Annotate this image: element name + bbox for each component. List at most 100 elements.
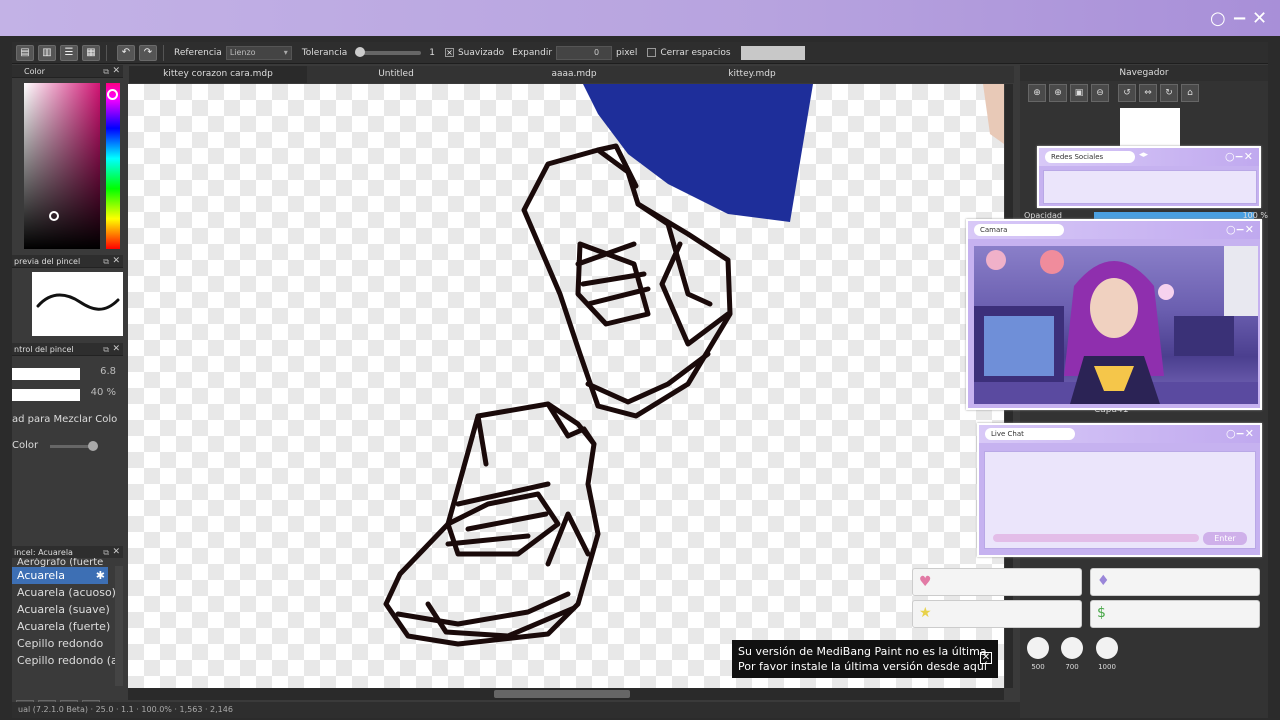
live-chat-widget: Live Chat ○−✕ Enter (977, 423, 1262, 557)
undo-icon[interactable]: ↶ (117, 44, 135, 61)
referencia-select[interactable]: Lienzo (225, 45, 292, 60)
slider-knob[interactable] (355, 46, 366, 57)
left-panels: Color ⧉ ✕ previa del pincel ⧉ ✕ ntrol de… (12, 65, 123, 718)
prev-next-icon[interactable]: ◂▸ (1139, 150, 1148, 160)
popout-icon[interactable]: ⧉ (103, 343, 109, 356)
brush-item-label: Acuarela (17, 569, 65, 582)
brush-item[interactable]: Acuarela (suave) (12, 601, 123, 618)
grid-icon[interactable]: ▦ (82, 44, 100, 61)
brush-item[interactable]: Cepillo redondo (a (12, 652, 123, 669)
brush-preview-title: previa del pincel (14, 257, 81, 266)
close-icon[interactable]: ✕ (112, 65, 120, 78)
brush-item[interactable]: Aerógrafo (fuerte (12, 558, 123, 567)
widget-controls-icon[interactable]: ○−✕ (1226, 223, 1254, 236)
suavizado-checkbox[interactable]: × (444, 48, 454, 57)
navigator-thumbnail[interactable] (1120, 108, 1180, 148)
sneaker-line-art (383, 84, 1004, 647)
divider (163, 44, 164, 61)
vtuber-avatar-illustration (974, 246, 1258, 404)
star-alert-bubble: ★ (912, 600, 1082, 628)
divider (106, 44, 107, 61)
color-panel-header: Color ⧉ ✕ (12, 65, 123, 78)
overlay-minimize-icon[interactable]: − (1232, 8, 1247, 29)
cerrar-espacios-label: Cerrar espacios (660, 47, 731, 58)
color-picker-square[interactable] (24, 83, 100, 249)
brush-item-selected[interactable]: Acuarela ✱ (12, 567, 108, 584)
tolerancia-value: 1 (429, 47, 435, 58)
fit-screen-icon[interactable]: ▣ (1070, 84, 1088, 102)
brush-control-header: ntrol del pincel ⧉ ✕ (12, 343, 123, 356)
panel-toggle-icon[interactable]: ▤ (16, 44, 34, 61)
reset-icon[interactable]: ⌂ (1181, 84, 1199, 102)
tolerancia-slider[interactable] (355, 46, 422, 57)
navigator-tools: ⊕ ⊕ ▣ ⊖ ↺ ⇔ ↻ ⌂ (1020, 81, 1268, 105)
drawing-canvas[interactable] (128, 84, 1004, 688)
tab-untitled[interactable]: Untitled (307, 66, 485, 83)
flip-icon[interactable]: ⇔ (1139, 84, 1157, 102)
color-swatch[interactable] (740, 45, 805, 60)
zoom-out-icon[interactable]: ⊖ (1091, 84, 1109, 102)
scroll-thumb[interactable] (494, 690, 630, 698)
list-icon[interactable]: ☰ (60, 44, 78, 61)
update-notice[interactable]: Su versión de MediBang Paint no es la úl… (732, 640, 998, 678)
brush-item[interactable]: Cepillo redondo (12, 635, 123, 652)
camera-scene (974, 246, 1258, 404)
brush-stroke-preview (36, 293, 120, 311)
overlay-close-icon[interactable]: ✕ (1252, 8, 1267, 29)
pixel-label: pixel (616, 47, 638, 58)
brush-size-bar[interactable] (12, 368, 80, 380)
canvas-horizontal-scrollbar[interactable] (128, 688, 1004, 700)
star-icon: ★ (919, 605, 932, 621)
overlay-circle-icon[interactable]: ○ (1210, 8, 1226, 29)
tab-aaaa[interactable]: aaaa.mdp (485, 66, 663, 83)
camera-widget: Camara ○−✕ (966, 219, 1262, 410)
slider-knob[interactable] (88, 441, 98, 451)
live-chat-title: Live Chat (985, 428, 1075, 440)
expandir-input[interactable]: 0 (556, 45, 613, 60)
popout-icon[interactable]: ⧉ (103, 255, 109, 268)
hue-cursor[interactable] (107, 89, 118, 100)
rotate-right-icon[interactable]: ↻ (1160, 84, 1178, 102)
live-chat-header: Live Chat ○−✕ (979, 425, 1260, 443)
widget-controls-icon[interactable]: ○−✕ (1225, 150, 1253, 163)
bits-1000-icon (1096, 637, 1118, 659)
popout-icon[interactable]: ⧉ (103, 65, 109, 78)
brush-item[interactable]: Acuarela (fuerte) (12, 618, 123, 635)
color-mix-slider[interactable] (50, 441, 98, 451)
page-icon[interactable]: ▥ (38, 44, 56, 61)
camera-widget-header: Camara ○−✕ (968, 221, 1260, 239)
brush-preview-header: previa del pincel ⧉ ✕ (12, 255, 123, 268)
document-tabs: kittey corazon cara.mdp Untitled aaaa.md… (129, 66, 1014, 83)
tab-kittey-corazon[interactable]: kittey corazon cara.mdp (129, 66, 307, 83)
social-widget-title: Redes Sociales (1045, 151, 1135, 163)
brush-item[interactable]: Acuarela (acuoso) (12, 584, 123, 601)
cerrar-espacios-checkbox[interactable] (647, 48, 657, 57)
social-widget-body (1043, 170, 1257, 204)
bits-500-label: 500 (1031, 663, 1045, 671)
navigator-title: Navegador (1119, 68, 1169, 78)
redo-icon[interactable]: ↷ (139, 44, 157, 61)
suavizado-label: Suavizado (457, 47, 505, 58)
chat-messages-area: Enter (984, 451, 1256, 549)
close-icon[interactable]: ✕ (112, 343, 120, 356)
rotate-left-icon[interactable]: ↺ (1118, 84, 1136, 102)
widget-controls-icon[interactable]: ○−✕ (1226, 427, 1254, 440)
heart-alert-bubble: ♥ (912, 568, 1082, 596)
gear-icon[interactable]: ✱ (96, 567, 105, 584)
chat-input[interactable] (993, 534, 1199, 542)
tab-kittey[interactable]: kittey.mdp (663, 66, 841, 83)
lower-shoe (383, 401, 601, 647)
color-cursor[interactable] (49, 211, 59, 221)
close-icon[interactable]: ✕ (112, 255, 120, 268)
brush-control-title: ntrol del pincel (14, 345, 74, 354)
hue-slider[interactable] (106, 83, 120, 249)
zoom-in-icon[interactable]: ⊕ (1049, 84, 1067, 102)
zoom-in-icon[interactable]: ⊕ (1028, 84, 1046, 102)
close-icon[interactable]: ✕ (980, 652, 992, 664)
social-widget-header: Redes Sociales ◂▸ ○−✕ (1039, 148, 1259, 166)
notice-line-2: Por favor instale la última versión desd… (738, 660, 987, 673)
brush-opacity-bar[interactable] (12, 389, 80, 401)
bits-500-icon (1027, 637, 1049, 659)
chat-enter-button[interactable]: Enter (1203, 532, 1247, 545)
brush-list-scrollbar[interactable] (115, 566, 123, 686)
